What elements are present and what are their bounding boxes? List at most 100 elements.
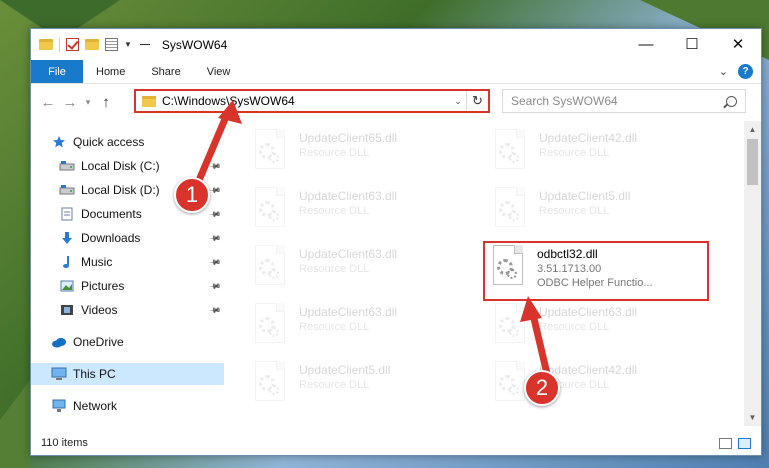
forward-arrow-icon[interactable]: →	[59, 94, 81, 111]
search-input[interactable]: Search SysWOW64	[502, 89, 746, 113]
dll-gear-file-icon	[485, 243, 529, 291]
file-name: UpdateClient42.dll	[539, 131, 638, 145]
step-1-badge: 1	[174, 177, 210, 213]
file-tile-odbctl32[interactable]: odbctl32.dll 3.51.1713.00 ODBC Helper Func…	[483, 241, 709, 301]
drive-icon	[59, 183, 75, 197]
nav-item-label: This PC	[73, 367, 116, 381]
properties-icon[interactable]	[105, 38, 118, 51]
expand-ribbon-chevron-icon[interactable]: ⌄	[719, 65, 728, 78]
scroll-up-arrow-icon[interactable]: ▲	[744, 121, 761, 138]
pin-icon[interactable]: 📌	[208, 159, 221, 172]
network-icon	[51, 399, 67, 413]
file-tile[interactable]: UpdateClient63.dll Resource DLL	[247, 185, 477, 239]
dll-gear-file-icon	[247, 359, 291, 407]
nav-item-network[interactable]: Network	[31, 395, 224, 417]
tab-file[interactable]: File	[31, 60, 83, 83]
nav-item-downloads[interactable]: Downloads 📌	[31, 227, 224, 249]
nav-item-quick-access[interactable]: Quick access	[31, 131, 224, 153]
pin-icon[interactable]: 📌	[208, 207, 221, 220]
scroll-down-arrow-icon[interactable]: ▼	[744, 409, 761, 426]
documents-icon	[59, 207, 75, 221]
file-tile[interactable]: UpdateClient42.dll Resource DLL	[487, 359, 717, 413]
ribbon-tabs: File Home Share View ⌄ ?	[31, 60, 761, 84]
computer-icon	[51, 367, 67, 381]
tab-share[interactable]: Share	[138, 60, 193, 83]
file-tile[interactable]: UpdateClient63.dll Resource DLL	[247, 243, 477, 297]
dll-gear-file-icon	[247, 301, 291, 349]
tiles-view-icon[interactable]	[738, 437, 751, 449]
nav-item-label: Downloads	[81, 231, 141, 245]
up-arrow-icon[interactable]: ↑	[95, 94, 117, 111]
details-view-icon[interactable]	[719, 437, 732, 449]
folder-icon	[39, 39, 53, 50]
quick-access-toolbar: ▼	[39, 37, 150, 52]
dll-gear-file-icon	[247, 127, 291, 175]
minimize-button[interactable]: —	[623, 29, 669, 59]
file-description: Resource DLL	[539, 147, 610, 159]
nav-item-videos[interactable]: Videos 📌	[31, 299, 224, 321]
search-icon[interactable]	[726, 95, 737, 107]
close-button[interactable]: ✕	[715, 29, 761, 59]
nav-item-this-pc[interactable]: This PC	[31, 363, 224, 385]
tab-view[interactable]: View	[194, 60, 244, 83]
recent-locations-chevron-icon[interactable]: ▾	[81, 97, 95, 108]
file-tile[interactable]: UpdateClient63.dll Resource DLL	[487, 301, 717, 355]
chevron-down-icon[interactable]: ▼	[124, 40, 132, 49]
dll-gear-file-icon	[247, 243, 291, 291]
pin-icon[interactable]: 📌	[208, 303, 221, 316]
pin-icon[interactable]: 📌	[208, 231, 221, 244]
address-history-chevron-icon[interactable]: ⌄	[450, 96, 466, 107]
file-name: odbctl32.dll	[537, 247, 598, 261]
address-bar[interactable]: C:\Windows\SysWOW64 ⌄ ↻	[134, 89, 490, 113]
nav-item-pictures[interactable]: Pictures 📌	[31, 275, 224, 297]
vertical-scrollbar[interactable]: ▲ ▼	[744, 121, 761, 426]
pin-icon[interactable]: 📌	[208, 183, 221, 196]
pictures-icon	[59, 279, 75, 293]
file-name: UpdateClient5.dll	[539, 189, 631, 203]
nav-item-label: Network	[73, 399, 118, 413]
explorer-window: ▼ SysWOW64 — ☐ ✕ File Home Share View ⌄ …	[30, 28, 762, 456]
status-bar: 110 items	[31, 431, 761, 455]
new-folder-icon[interactable]	[85, 39, 99, 50]
file-tile[interactable]: UpdateClient5.dll Resource DLL	[247, 359, 477, 413]
music-note-icon	[59, 255, 75, 269]
nav-item-label: Pictures	[81, 279, 125, 293]
folder-icon	[142, 95, 156, 107]
properties-check-icon[interactable]	[66, 38, 79, 51]
nav-item-label: Quick access	[73, 135, 145, 149]
title-bar: ▼ SysWOW64 — ☐ ✕	[31, 29, 761, 60]
nav-item-label: Music	[81, 255, 113, 269]
file-list: UpdateClient65.dll Resource DLL UpdateClie…	[229, 119, 739, 419]
step-2-badge: 2	[524, 370, 560, 406]
file-name: UpdateClient5.dll	[299, 363, 391, 377]
nav-item-label: OneDrive	[73, 335, 124, 349]
file-tile[interactable]: UpdateClient42.dll Resource DLL	[487, 127, 717, 181]
refresh-button[interactable]: ↻	[466, 91, 488, 111]
maximize-button[interactable]: ☐	[669, 29, 715, 59]
window-title: SysWOW64	[161, 37, 228, 52]
file-tile[interactable]: UpdateClient63.dll Resource DLL	[247, 301, 477, 355]
customize-toolbar-icon[interactable]	[139, 44, 150, 45]
back-arrow-icon[interactable]: ←	[37, 94, 59, 111]
navigation-bar: ← → ▾ ↑ C:\Windows\SysWOW64 ⌄ ↻ Search S…	[31, 87, 761, 117]
nav-item-label: Documents	[81, 207, 142, 221]
nav-item-music[interactable]: Music 📌	[31, 251, 224, 273]
file-description: Resource DLL	[299, 321, 370, 333]
file-name: UpdateClient63.dll	[299, 247, 398, 261]
dll-gear-file-icon	[487, 127, 531, 175]
pin-icon[interactable]: 📌	[208, 279, 221, 292]
nav-item-local-disk-c[interactable]: Local Disk (C:) 📌	[31, 155, 224, 177]
pin-icon[interactable]: 📌	[208, 255, 221, 268]
navigation-pane: Quick access Local Disk (C:) 📌 Local Disk (…	[31, 124, 224, 424]
help-button[interactable]: ?	[738, 64, 753, 79]
file-tile[interactable]: UpdateClient5.dll Resource DLL	[487, 185, 717, 239]
file-description-2: ODBC Helper Functio...	[537, 277, 653, 289]
scrollbar-thumb[interactable]	[747, 139, 758, 185]
file-description: Resource DLL	[299, 147, 370, 159]
tab-home[interactable]: Home	[83, 60, 138, 83]
file-tile[interactable]: UpdateClient65.dll Resource DLL	[247, 127, 477, 181]
file-name: UpdateClient63.dll	[299, 189, 398, 203]
nav-item-onedrive[interactable]: OneDrive	[31, 331, 224, 353]
address-path[interactable]: C:\Windows\SysWOW64	[162, 94, 450, 108]
dll-gear-file-icon	[247, 185, 291, 233]
